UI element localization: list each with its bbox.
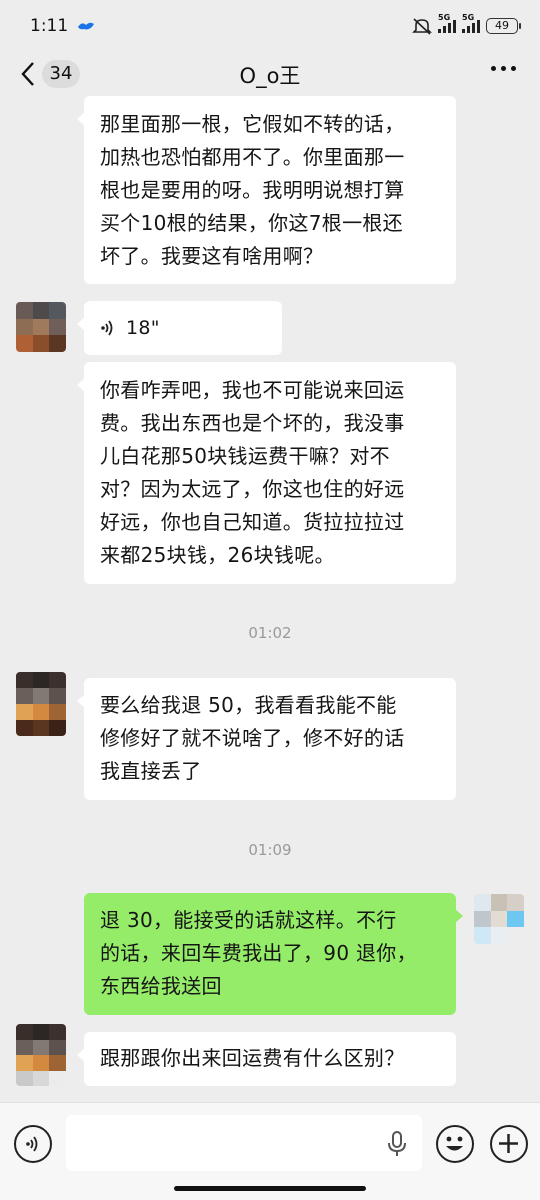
more-actions-button[interactable] xyxy=(490,1125,528,1163)
message-input[interactable] xyxy=(66,1115,422,1171)
self-avatar[interactable] xyxy=(474,894,524,944)
plus-icon xyxy=(499,1134,518,1153)
status-bar: 1:11 5G 5G 49 xyxy=(0,0,540,52)
home-indicator[interactable] xyxy=(174,1186,366,1191)
message-line: 东西给我送回 xyxy=(100,974,222,998)
emoji-icon xyxy=(446,1136,463,1151)
timestamp: 01:09 xyxy=(248,841,292,859)
mute-icon xyxy=(412,18,432,35)
contact-avatar[interactable] xyxy=(16,1024,66,1086)
more-icon xyxy=(491,66,496,71)
message-line: 那里面那一根，它假如不转的话， xyxy=(100,112,405,136)
timestamp: 01:02 xyxy=(248,624,292,642)
contact-avatar[interactable] xyxy=(16,302,66,352)
chat-title: O_o王 xyxy=(239,64,301,88)
message-line: 费。我出东西也是个坏的，我没事 xyxy=(100,411,405,435)
chat-header: 34 O_o王 xyxy=(0,52,540,96)
voice-input-icon xyxy=(26,1136,38,1152)
voice-input-button[interactable] xyxy=(14,1125,52,1163)
message-line: 对？因为太远了，你这也住的好远 xyxy=(100,477,405,501)
more-button[interactable] xyxy=(491,66,516,71)
message-line: 来都25块钱，26块钱呢。 xyxy=(100,543,335,567)
message-bubble[interactable]: 那里面那一根，它假如不转的话， 加热也恐怕都用不了。你里面那一 根也是要用的呀。… xyxy=(77,96,456,284)
signal-icon-2: 5G xyxy=(462,13,480,33)
message-line: 坏了。我要这有啥用啊？ xyxy=(100,244,324,268)
message-bubble[interactable]: 你看咋弄吧，我也不可能说来回运 费。我出东西也是个坏的，我没事 儿白花那50块钱… xyxy=(77,362,456,584)
voice-wave-icon xyxy=(101,320,113,336)
message-line: 加热也恐怕都用不了。你里面那一 xyxy=(100,145,405,169)
message-line: 我直接丢了 xyxy=(100,759,202,783)
battery-icon: 49 xyxy=(486,18,521,34)
emoji-button[interactable] xyxy=(436,1125,474,1163)
message-line: 你看咋弄吧，我也不可能说来回运 xyxy=(100,378,405,402)
voice-duration: 18" xyxy=(126,316,160,339)
voice-message[interactable]: 18" xyxy=(77,301,282,355)
app-notification-icon xyxy=(78,22,95,30)
message-line: 要么给我退 50，我看看我能不能 xyxy=(100,693,397,717)
status-time: 1:11 xyxy=(30,16,69,36)
signal-icon-1: 5G xyxy=(438,13,456,33)
message-line: 好远，你也自己知道。货拉拉拉过 xyxy=(100,510,405,534)
message-bubble[interactable]: 要么给我退 50，我看看我能不能 修修好了就不说啥了，修不好的话 我直接丢了 xyxy=(77,678,456,800)
contact-avatar[interactable] xyxy=(16,672,66,736)
message-line: 的话，来回车费我出了，90 退你， xyxy=(100,941,417,965)
message-line: 退 30，能接受的话就这样。不行 xyxy=(100,908,397,932)
message-line: 买个10根的结果，你这7根一根还 xyxy=(100,211,403,235)
message-line: 修修好了就不说啥了，修不好的话 xyxy=(100,726,405,750)
message-line: 跟那跟你出来回运费有什么区别？ xyxy=(100,1046,405,1070)
message-line: 根也是要用的呀。我明明说想打算 xyxy=(100,178,405,202)
message-line: 儿白花那50块钱运费干嘛？对不 xyxy=(100,444,390,468)
microphone-icon[interactable] xyxy=(386,1130,408,1158)
message-bubble[interactable]: 跟那跟你出来回运费有什么区别？ xyxy=(77,1032,456,1086)
message-bubble-self[interactable]: 退 30，能接受的话就这样。不行 的话，来回车费我出了，90 退你， 东西给我送… xyxy=(84,893,463,1015)
